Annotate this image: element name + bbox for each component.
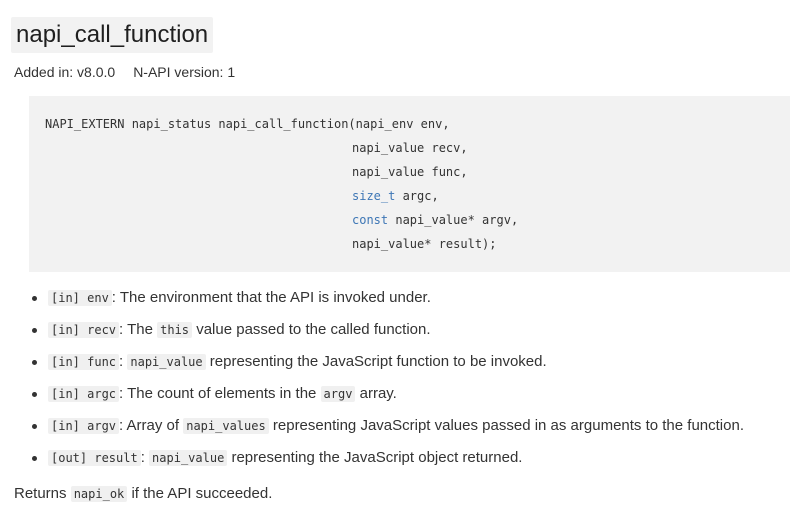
param-argc: [in] argc: The count of elements in the … (32, 383, 744, 415)
param-description: representing the JavaScript object retur… (227, 449, 523, 466)
bullet-icon (32, 392, 37, 397)
inline-code: napi_values (183, 418, 269, 434)
param-description: Array of (123, 417, 184, 434)
signature-text: napi_value* argv, (388, 213, 519, 227)
param-tag: [in] env (48, 290, 112, 306)
type-keyword: size_t (352, 189, 396, 203)
param-tag: [in] func (48, 354, 120, 370)
bullet-icon (32, 360, 37, 365)
param-argv: [in] argv: Array of napi_values represen… (32, 415, 744, 447)
param-tag: [in] recv (48, 322, 120, 338)
signature-line: size_t argc, (352, 188, 439, 204)
parameter-list: [in] env: The environment that the API i… (32, 287, 744, 479)
bullet-icon (32, 456, 37, 461)
signature-line: napi_value func, (352, 165, 468, 179)
napi-version: N-API version: 1 (133, 64, 236, 80)
returns-paragraph: Returns napi_ok if the API succeeded. (14, 483, 272, 505)
signature-line: NAPI_EXTERN napi_status napi_call_functi… (45, 117, 450, 131)
param-recv: [in] recv: The this value passed to the … (32, 319, 744, 351)
signature-line: const napi_value* argv, (352, 212, 518, 228)
param-description: representing the JavaScript function to … (205, 353, 547, 370)
returns-prefix: Returns (14, 485, 71, 502)
bullet-icon (32, 296, 37, 301)
doc-page: napi_call_function Added in: v8.0.0 N-API… (0, 0, 790, 520)
param-description: The (123, 321, 158, 338)
inline-code: napi_ok (70, 486, 128, 502)
api-meta: Added in: v8.0.0 N-API version: 1 (14, 63, 235, 81)
param-description: The environment that the API is invoked … (115, 289, 431, 306)
const-keyword: const (352, 213, 389, 227)
param-description: The count of elements in the (123, 385, 321, 402)
param-tag: [in] argv (48, 418, 120, 434)
param-env: [in] env: The environment that the API i… (32, 287, 744, 319)
signature-line: napi_value* result); (352, 237, 497, 251)
inline-code: napi_value (149, 450, 228, 466)
signature-code-block: NAPI_EXTERN napi_status napi_call_functi… (29, 96, 790, 272)
param-description: value passed to the called function. (192, 321, 431, 338)
inline-code: napi_value (127, 354, 206, 370)
param-description: array. (355, 385, 397, 402)
param-result: [out] result: napi_value representing th… (32, 447, 744, 479)
inline-code: argv (320, 386, 356, 402)
param-tag: [out] result (48, 450, 141, 466)
added-in-version: Added in: v8.0.0 (14, 64, 116, 80)
bullet-icon (32, 424, 37, 429)
page-title: napi_call_function (11, 17, 214, 53)
returns-suffix: if the API succeeded. (127, 485, 273, 502)
param-func: [in] func: napi_value representing the J… (32, 351, 744, 383)
inline-code: this (157, 322, 193, 338)
bullet-icon (32, 328, 37, 333)
signature-text: argc, (395, 189, 439, 203)
param-tag: [in] argc (48, 386, 120, 402)
signature-line: napi_value recv, (352, 141, 468, 155)
param-description: representing JavaScript values passed in… (268, 417, 744, 434)
